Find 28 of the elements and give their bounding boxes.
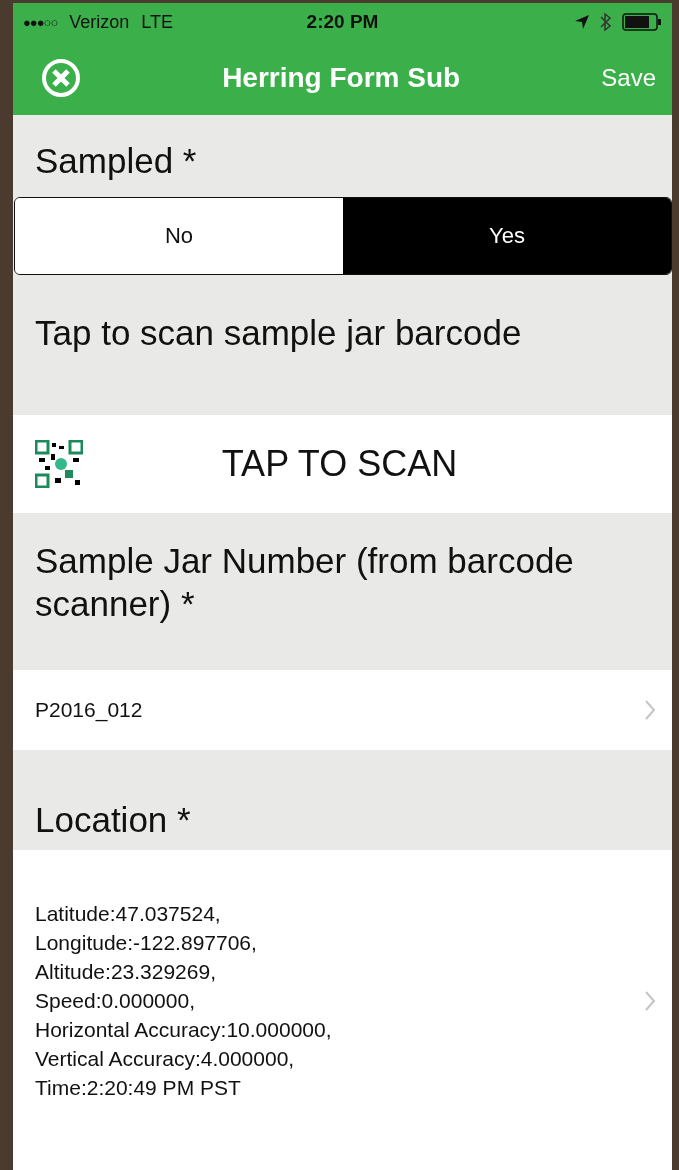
bluetooth-icon [600, 12, 612, 32]
signal-strength: ●●●○○ [23, 14, 58, 30]
location-line: Altitude:23.329269, [35, 959, 217, 986]
location-line: Longitude:-122.897706, [35, 930, 258, 957]
status-time: 2:20 PM [306, 11, 379, 33]
location-line: Horizontal Accuracy:10.000000, [35, 1017, 333, 1044]
field-label: Location * [34, 799, 192, 841]
close-button[interactable] [41, 58, 81, 98]
field-label: Sampled * [34, 140, 198, 182]
location-line: Vertical Accuracy:4.000000, [35, 1046, 296, 1073]
location-row[interactable]: Latitude:47.037524, Longitude:-122.897706, Altitude:23.329269, Speed:0.000000, Horizontal Accuracy:10.000000, Vertical Accuracy:4.000000, Time:2:20:49 PM PST [13, 849, 672, 1170]
value-row[interactable]: P2016_012 [13, 670, 672, 750]
field-label: Sample Jar Number (from barcode scanner) * [34, 539, 575, 626]
location-line: Time:2:20:49 PM PST [35, 1075, 242, 1102]
chevron-right-icon [644, 989, 656, 1012]
carrier-name: Verizon [69, 11, 130, 33]
segment-option[interactable]: Yes [343, 197, 671, 274]
segment-option[interactable]: No [15, 197, 343, 274]
network-type: LTE [141, 11, 173, 33]
field-value: P2016_012 [35, 698, 144, 722]
battery-icon [622, 13, 662, 31]
field-label: Tap to scan sample jar barcode [34, 311, 523, 354]
location-arrow-icon [574, 14, 590, 30]
chevron-right-icon [644, 699, 656, 721]
screen-title: Herring Form Sub [221, 62, 462, 94]
location-line: Speed:0.000000, [35, 988, 196, 1015]
qr-code-icon [35, 439, 83, 488]
location-line: Latitude:47.037524, [35, 901, 222, 928]
